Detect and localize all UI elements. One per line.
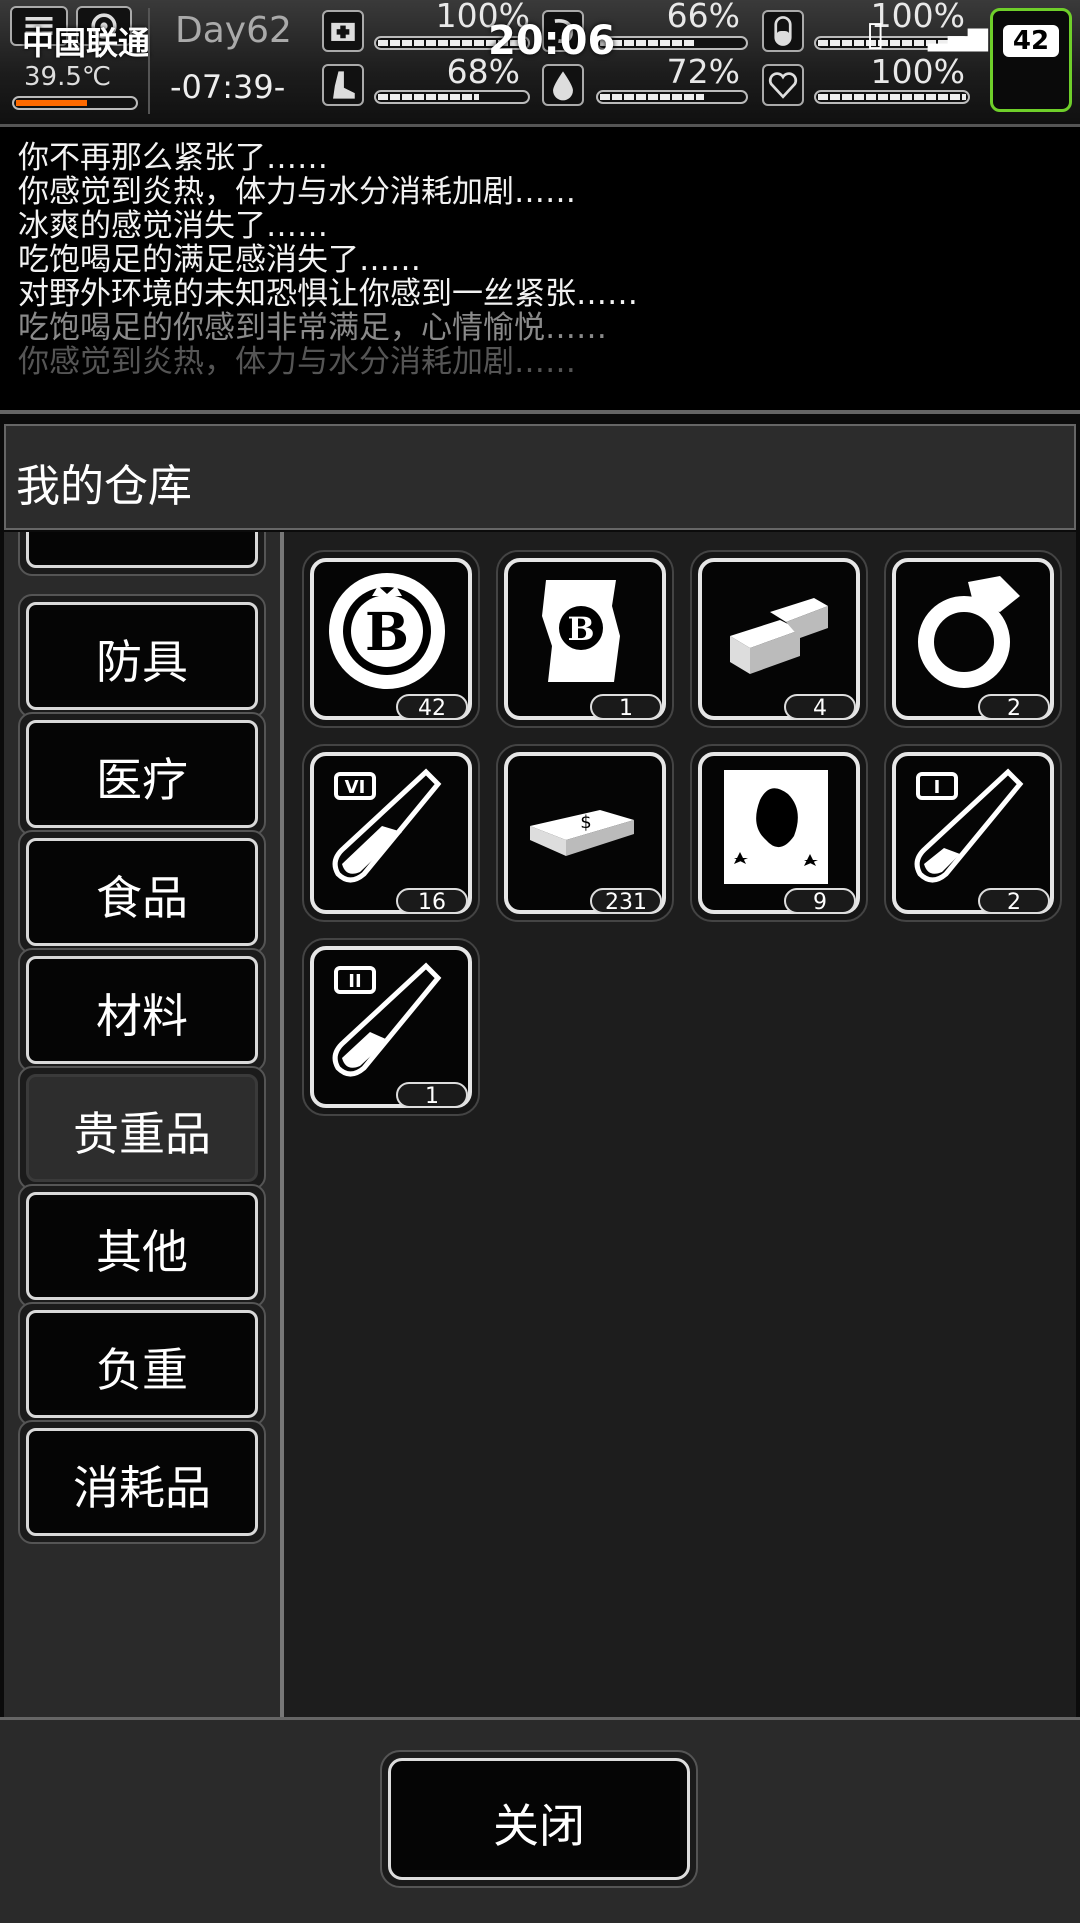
category-label: 负重 — [96, 1343, 188, 1397]
log-line: 吃饱喝足的你感到非常满足，心情愉悦…… — [18, 310, 607, 346]
status-hud: 中国联通 Day62 -07:39- 39.5℃ 100% 66% 100% 6… — [0, 0, 1080, 127]
item-count: 1 — [396, 1082, 468, 1109]
signal-icon: ▂▄▆ — [928, 22, 988, 52]
battery-level: 42 — [1003, 25, 1059, 57]
pill-icon — [762, 10, 804, 52]
item-slot[interactable]: VI 16 — [302, 744, 480, 922]
item-slot[interactable]: 4 — [690, 550, 868, 728]
svg-text:II: II — [348, 971, 361, 992]
zombie-card-icon — [724, 770, 828, 884]
system-time: 20:06 — [488, 18, 616, 64]
stamina-bar — [374, 90, 530, 104]
log-line: 吃饱喝足的满足感消失了…… — [18, 242, 421, 278]
item-slot[interactable]: 9 — [690, 744, 868, 922]
category-label: 消耗品 — [73, 1461, 211, 1515]
item-slot[interactable]: II 1 — [302, 938, 480, 1116]
svg-text:$: $ — [580, 812, 591, 833]
divider — [148, 8, 150, 114]
category-sidebar[interactable]: 防具 医疗 食品 材料 贵重品 其他 负重 消耗品 — [4, 532, 284, 1717]
category-food[interactable]: 食品 — [18, 830, 266, 954]
category-other[interactable]: 其他 — [18, 1184, 266, 1308]
gold-bars-icon — [730, 598, 828, 674]
item-slot[interactable]: I 2 — [884, 744, 1062, 922]
log-line: 你感觉到炎热，体力与水分消耗加剧…… — [18, 174, 576, 210]
category-label: 食品 — [96, 871, 188, 925]
category-armor[interactable]: 防具 — [18, 594, 266, 718]
warehouse-header: 我的仓库 — [4, 424, 1076, 530]
category-consumables[interactable]: 消耗品 — [18, 1420, 266, 1544]
first-aid-icon — [322, 10, 364, 52]
log-line: 你感觉到炎热，体力与水分消耗加剧…… — [18, 344, 576, 380]
item-count: 2 — [978, 694, 1050, 721]
mood-value: 100% — [870, 52, 965, 91]
close-button[interactable]: 关闭 — [380, 1750, 698, 1888]
foot-icon — [322, 64, 364, 106]
item-count: 42 — [396, 694, 468, 721]
close-button-label: 关闭 — [493, 1799, 585, 1853]
carrier-name: 中国联通 — [22, 24, 151, 62]
temperature-bar — [12, 96, 138, 110]
item-count: 9 — [784, 888, 856, 915]
category-label: 医疗 — [96, 753, 188, 807]
category-valuables[interactable]: 贵重品 — [18, 1066, 266, 1190]
item-slot[interactable]: B 1 — [496, 550, 674, 728]
heart-icon — [762, 64, 804, 106]
svg-text:I: I — [934, 777, 941, 798]
svg-text:VI: VI — [345, 777, 366, 798]
item-count: 231 — [590, 888, 662, 915]
vibrate-icon: ▯ — [866, 14, 885, 54]
temperature-value: 39.5℃ — [24, 62, 112, 92]
category-load[interactable]: 负重 — [18, 1302, 266, 1426]
casino-chip-icon: B — [329, 573, 445, 689]
test-tube-vi-icon: VI — [332, 768, 442, 883]
item-slot[interactable]: 2 — [884, 550, 1062, 728]
test-tube-i-icon: I — [914, 768, 1024, 883]
bitcoin-note-icon: B — [542, 580, 620, 682]
water-drop-icon — [542, 64, 584, 106]
category-label: 防具 — [96, 635, 188, 689]
water-bar — [596, 90, 748, 104]
category-materials[interactable]: 材料 — [18, 948, 266, 1072]
svg-text:B: B — [567, 610, 594, 648]
category-label: 其他 — [96, 1225, 188, 1279]
mood-bar — [814, 90, 970, 104]
log-line: 对野外环境的未知恐惧让你感到一丝紧张…… — [18, 276, 638, 312]
cash-stack-icon: $ — [530, 810, 634, 856]
event-log[interactable]: 你不再那么紧张了…… 你感觉到炎热，体力与水分消耗加剧…… 冰爽的感觉消失了……… — [0, 127, 1080, 414]
category-label: 材料 — [96, 989, 188, 1043]
item-slot[interactable]: $ 231 — [496, 744, 674, 922]
category-hidden[interactable] — [18, 532, 266, 576]
category-medical[interactable]: 医疗 — [18, 712, 266, 836]
day-counter: Day62 — [175, 10, 292, 51]
item-count: 2 — [978, 888, 1050, 915]
item-grid: B 42 B 1 4 2 VI 16 $ 231 9 I 2 II 1 — [284, 532, 1076, 1717]
item-count: 16 — [396, 888, 468, 915]
footer: 关闭 — [0, 1717, 1080, 1923]
test-tube-ii-icon: II — [332, 962, 442, 1077]
item-count: 4 — [784, 694, 856, 721]
item-count: 1 — [590, 694, 662, 721]
battery-slot[interactable]: 42 — [990, 8, 1072, 112]
game-clock: -07:39- — [170, 68, 286, 106]
page-title: 我的仓库 — [16, 461, 192, 512]
svg-text:B: B — [365, 602, 409, 663]
diamond-ring-icon — [918, 576, 1020, 688]
item-slot[interactable]: B 42 — [302, 550, 480, 728]
log-line: 冰爽的感觉消失了…… — [18, 208, 328, 244]
hunger-bar — [596, 36, 748, 50]
log-line: 你不再那么紧张了…… — [18, 140, 328, 176]
category-label: 贵重品 — [73, 1107, 211, 1161]
